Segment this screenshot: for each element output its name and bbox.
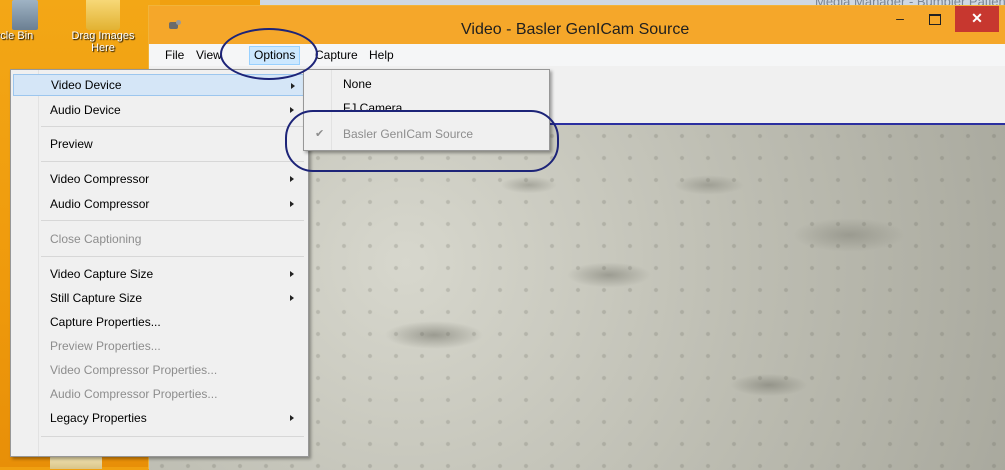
menu-item-label: Audio Compressor (50, 197, 150, 211)
title-bar[interactable]: Video - Basler GenICam Source – ✕ (149, 6, 1005, 44)
menu-item-video-compressor-properties: Video Compressor Properties... (13, 359, 304, 381)
maximize-button[interactable] (920, 6, 950, 32)
menu-help[interactable]: Help (365, 47, 398, 64)
menu-capture[interactable]: Capture (311, 47, 362, 64)
desktop-icon-label: Drag Images Here (71, 30, 135, 54)
menu-item-label: Still Capture Size (50, 291, 143, 305)
menu-item-close-captioning: Close Captioning (13, 228, 304, 250)
folder-icon (86, 0, 120, 30)
window-title: Video - Basler GenICam Source (461, 21, 690, 38)
menu-item-label: Legacy Properties (50, 411, 147, 425)
submenu-item-label: None (343, 77, 372, 91)
menu-item-label: Preview (50, 137, 93, 151)
menu-separator (41, 256, 304, 257)
submenu-item-none[interactable]: None (306, 73, 547, 95)
options-menu: Video Device Audio Device Preview Video … (10, 69, 309, 457)
menu-item-label: Capture Properties... (50, 315, 161, 329)
camera-icon[interactable] (167, 20, 183, 32)
menu-item-label: Video Compressor Properties... (50, 363, 218, 377)
menu-item-video-capture-size[interactable]: Video Capture Size (13, 263, 304, 285)
menu-options[interactable]: Options (249, 46, 301, 65)
submenu-item-label: FJ Camera (343, 101, 403, 115)
submenu-arrow-icon (290, 176, 294, 182)
menu-item-legacy-properties[interactable]: Legacy Properties (13, 407, 304, 429)
menu-separator (41, 220, 304, 221)
menu-item-still-capture-size[interactable]: Still Capture Size (13, 287, 304, 309)
submenu-item-label: Basler GenICam Source (343, 127, 474, 141)
submenu-arrow-icon (290, 107, 294, 113)
menu-separator (41, 126, 304, 127)
submenu-arrow-icon (290, 415, 294, 421)
menu-item-label: Close Captioning (50, 232, 142, 246)
menu-item-label: Preview Properties... (50, 339, 161, 353)
menu-item-video-device[interactable]: Video Device (13, 74, 306, 96)
minimize-button[interactable]: – (885, 6, 915, 32)
menu-item-label: Video Device (51, 78, 122, 92)
desktop-icon-drag-images[interactable]: Drag Images Here (62, 0, 144, 54)
menu-bar: File View Options Capture Help (149, 44, 1005, 67)
submenu-item-fj-camera[interactable]: FJ Camera (306, 97, 547, 119)
menu-item-audio-compressor[interactable]: Audio Compressor (13, 193, 304, 215)
menu-item-preview[interactable]: Preview (13, 133, 304, 155)
maximize-icon (929, 13, 941, 25)
menu-separator (41, 436, 304, 437)
submenu-arrow-icon (290, 201, 294, 207)
desktop-icon-recycle-bin[interactable]: ycle Bin (0, 0, 42, 42)
menu-item-label: Audio Compressor Properties... (50, 387, 218, 401)
menu-item-preview-properties: Preview Properties... (13, 335, 304, 357)
menu-item-capture-properties[interactable]: Capture Properties... (13, 311, 304, 333)
menu-item-video-compressor[interactable]: Video Compressor (13, 168, 304, 190)
menu-item-audio-device[interactable]: Audio Device (13, 99, 304, 121)
menu-view[interactable]: View (192, 47, 226, 64)
recycle-bin-icon (12, 0, 38, 30)
menu-item-label: Video Capture Size (50, 267, 154, 281)
desktop-icon-label: ycle Bin (0, 30, 34, 42)
menu-item-audio-compressor-properties: Audio Compressor Properties... (13, 383, 304, 405)
video-device-submenu: None FJ Camera ✔ Basler GenICam Source (303, 69, 550, 151)
submenu-arrow-icon (290, 295, 294, 301)
close-button[interactable]: ✕ (955, 6, 999, 32)
submenu-item-basler-genicam-source[interactable]: ✔ Basler GenICam Source (306, 123, 547, 145)
menu-item-label: Audio Device (50, 103, 121, 117)
checkmark-icon: ✔ (315, 128, 325, 140)
submenu-arrow-icon (290, 271, 294, 277)
submenu-arrow-icon (291, 83, 295, 89)
menu-separator (41, 161, 304, 162)
menu-file[interactable]: File (161, 47, 188, 64)
menu-item-label: Video Compressor (50, 172, 150, 186)
